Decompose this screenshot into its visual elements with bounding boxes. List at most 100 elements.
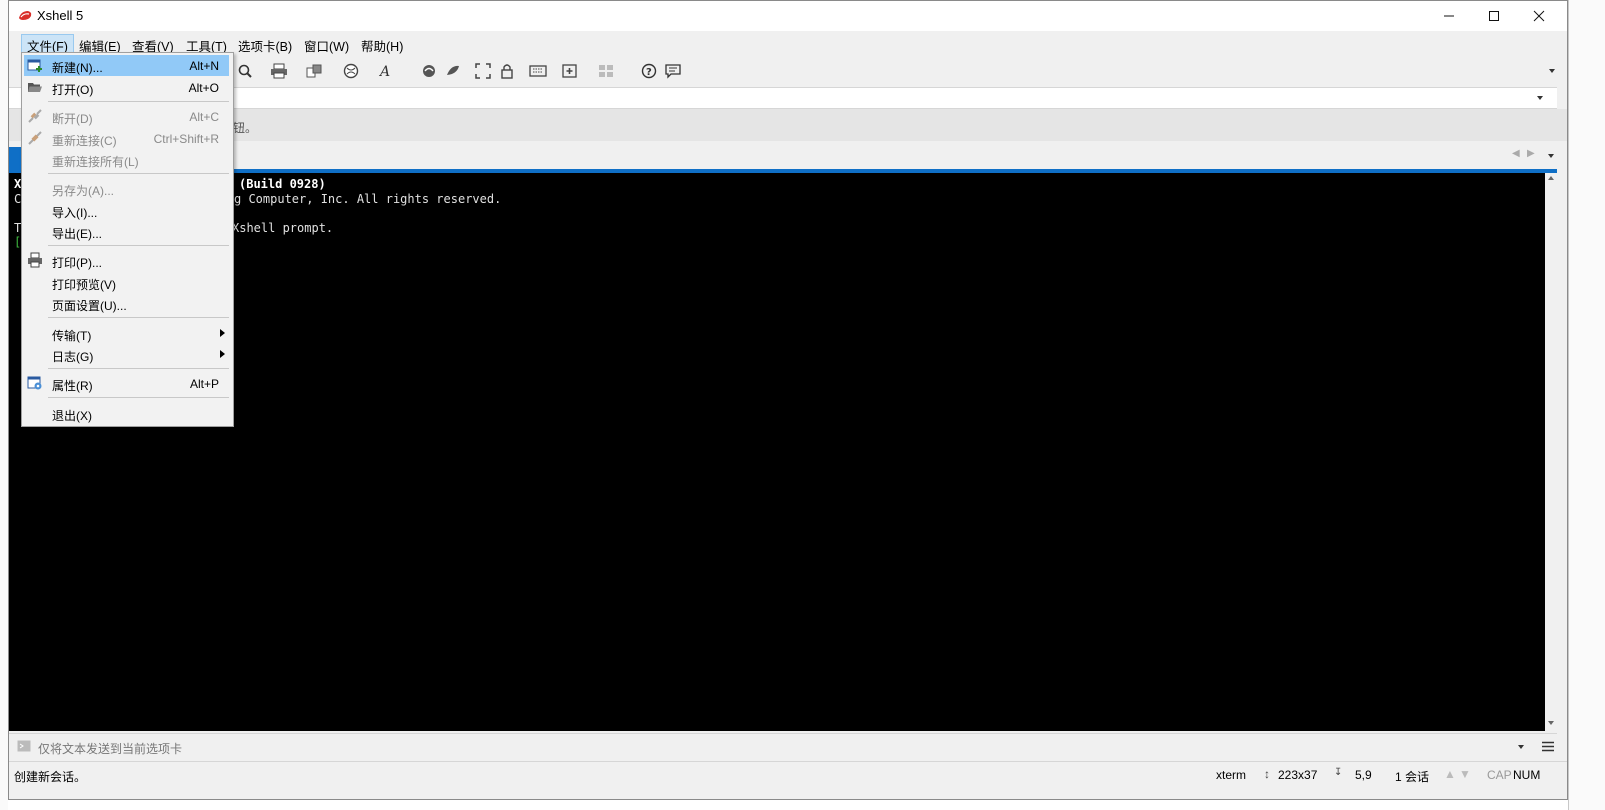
toolbar: A ? [9,57,1567,85]
status-size: 223x37 [1278,768,1318,782]
new-session-icon [27,59,42,72]
status-bar: 创建新会话。 xterm ↕ 223x37 ↧ 5,9 1 会话 ▲ ▼ CAP… [9,761,1567,788]
svg-text:?: ? [646,67,652,78]
properties-icon [27,376,42,390]
status-num: NUM [1513,768,1541,782]
terminal-copyright-text: g Computer, Inc. All rights reserved. [234,192,502,206]
menu-item-disconnect: 断开(D) Alt+C [24,106,229,127]
tile-icon [596,61,616,81]
new-tab-icon[interactable] [560,61,580,81]
minimize-icon [1443,15,1454,17]
menu-item-label: 退出(X) [52,409,92,423]
menu-item-print[interactable]: 打印(P)... [24,250,229,271]
tab-list-icon[interactable] [1548,154,1554,158]
menu-item-shortcut: Alt+N [189,59,219,73]
menu-item-exit[interactable]: 退出(X) [24,403,229,424]
tab-scroll-left-icon[interactable]: ◀ [1512,148,1520,159]
background-window-right [1568,0,1605,810]
resize-icon: ↕ [1264,767,1270,781]
status-cap: CAP [1487,768,1512,782]
chat-icon[interactable] [663,61,683,81]
session-tab[interactable] [9,147,21,169]
print-icon[interactable] [269,61,289,81]
terminal-prompt-text: Xshell prompt. [232,221,334,235]
lock-icon[interactable] [497,61,517,81]
close-icon [1533,10,1544,22]
fullscreen-icon[interactable] [473,61,493,81]
menu-item-import[interactable]: 导入(I)... [24,200,229,221]
minimize-button[interactable] [1426,1,1471,31]
maximize-button[interactable] [1471,1,1516,31]
transfer-icon[interactable] [305,61,325,81]
menu-help[interactable]: 帮助(H) [356,35,408,56]
menu-separator [48,397,229,398]
menu-item-shortcut: Alt+C [189,110,219,124]
status-message: 创建新会话。 [14,770,87,784]
menu-item-label: 另存为(A)... [52,184,114,198]
help-icon[interactable]: ? [639,61,659,81]
open-folder-icon [28,83,42,92]
menu-item-label: 打开(O) [52,83,94,97]
session-down-icon[interactable]: ▼ [1459,767,1471,781]
menu-tabs[interactable]: 选项卡(B) [233,35,297,56]
address-dropdown-icon[interactable] [1537,96,1543,100]
disconnect-icon [28,109,42,123]
terminal-scrollbar[interactable] [1545,173,1557,731]
menu-item-label: 重新连接所有(L) [52,155,139,169]
xftp-icon[interactable] [419,61,439,81]
address-bar[interactable] [9,87,1557,109]
menu-window[interactable]: 窗口(W) [299,35,354,56]
background-window-left [0,0,8,810]
menu-item-page-setup[interactable]: 页面设置(U)... [24,293,229,314]
reconnect-icon [28,131,42,145]
menu-item-label: 导出(E)... [52,227,102,241]
xmanager-icon[interactable] [443,61,463,81]
menu-item-label: 打印(P)... [52,256,102,270]
file-menu-dropdown: 新建(N)... Alt+N 打开(O) Alt+O 断开(D) Alt+C 重… [21,52,234,427]
menu-item-label: 新建(N)... [52,61,103,75]
menu-item-shortcut: Alt+O [188,81,219,95]
compose-dropdown-icon[interactable] [1518,745,1524,749]
menu-separator [48,368,229,369]
menu-lines-icon[interactable] [1542,741,1554,752]
menu-item-reconnect-all: 重新连接所有(L) [24,149,229,170]
menu-item-print-preview[interactable]: 打印预览(V) [24,272,229,293]
menu-item-open[interactable]: 打开(O) Alt+O [24,77,229,98]
info-text: 钮。 [233,121,258,135]
menu-item-label: 断开(D) [52,112,93,126]
window-title: Xshell 5 [37,8,84,23]
menu-item-properties[interactable]: 属性(R) Alt+P [24,373,229,394]
svg-text:A: A [378,64,390,79]
menu-item-transfer[interactable]: 传输(T) [24,323,229,344]
status-sessions: 1 会话 [1395,770,1430,784]
menu-separator [48,101,229,102]
info-bar: 钮。 [9,109,1567,141]
title-bar: Xshell 5 [9,1,1567,31]
tab-scroll-right-icon[interactable]: ▶ [1527,148,1535,159]
terminal[interactable]: X (Build 0928) C g Computer, Inc. All ri… [9,173,1545,731]
menu-item-export[interactable]: 导出(E)... [24,221,229,242]
compose-bar: 仅将文本发送到当前选项卡 [9,733,1557,760]
tab-strip: ◀ ▶ [9,141,1567,169]
menu-item-label: 重新连接(C) [52,134,117,148]
session-up-icon[interactable]: ▲ [1444,767,1456,781]
xshell-logo-icon [19,11,32,20]
toolbar-overflow-icon[interactable] [1549,69,1555,73]
scroll-down-icon[interactable] [1548,721,1554,725]
close-button[interactable] [1516,1,1561,31]
submenu-arrow-icon [220,329,225,337]
menu-item-new[interactable]: 新建(N)... Alt+N [24,55,229,76]
keyboard-icon[interactable] [528,61,548,81]
find-icon[interactable] [235,61,255,81]
cursor-icon: ↧ [1334,767,1343,778]
menu-bar: 文件(F) 编辑(E) 查看(V) 工具(T) 选项卡(B) 窗口(W) 帮助(… [9,31,1567,57]
font-icon[interactable]: A [377,61,397,81]
compose-icon [17,740,31,752]
menu-item-label: 导入(I)... [52,206,98,220]
globe-icon[interactable] [341,61,361,81]
menu-item-shortcut: Ctrl+Shift+R [153,132,219,146]
scroll-up-icon[interactable] [1548,176,1554,180]
menu-item-log[interactable]: 日志(G) [24,344,229,365]
compose-input[interactable]: 仅将文本发送到当前选项卡 [38,740,182,757]
menu-item-reconnect: 重新连接(C) Ctrl+Shift+R [24,128,229,149]
